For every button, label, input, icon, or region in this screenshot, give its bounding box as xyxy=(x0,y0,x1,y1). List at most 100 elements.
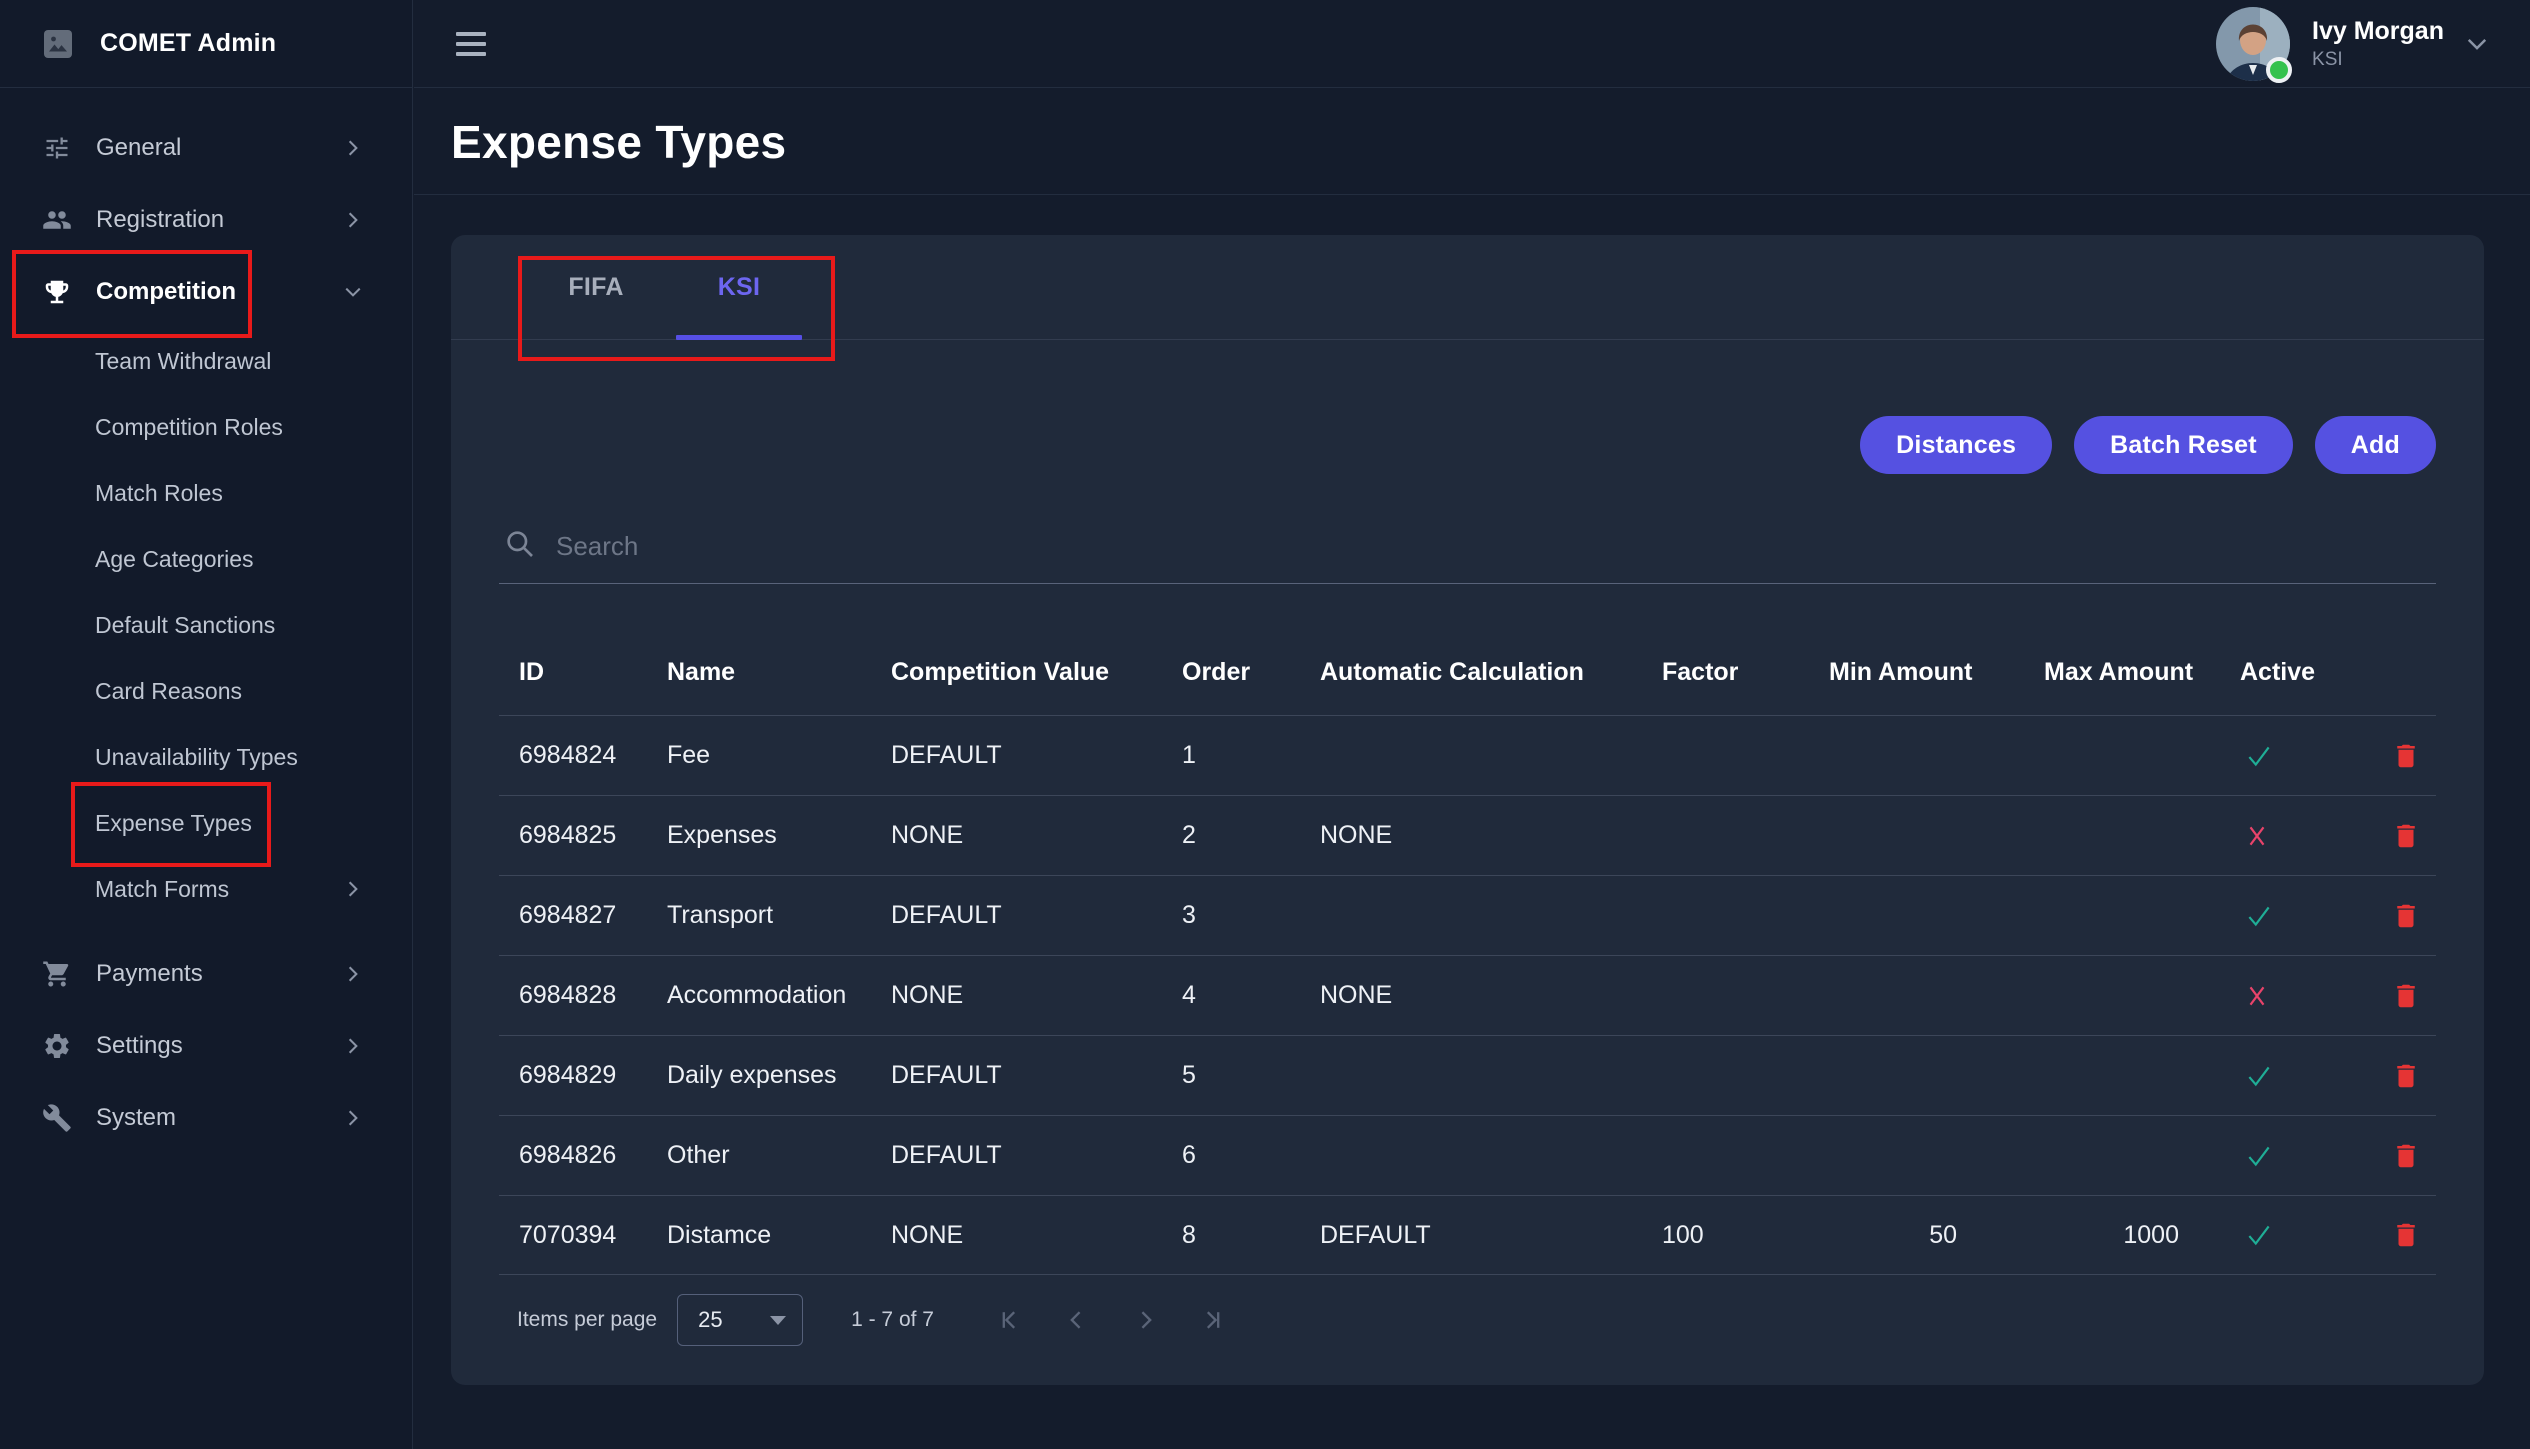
sidebar-item-registration[interactable]: Registration xyxy=(0,184,412,256)
wrench-icon xyxy=(42,1103,72,1133)
column-header-factor: Factor xyxy=(1642,630,1809,715)
first-page-button[interactable] xyxy=(990,1301,1028,1339)
cross-icon xyxy=(2244,983,2270,1009)
sidebar-header: COMET Admin xyxy=(0,0,412,88)
chevron-right-icon xyxy=(344,211,362,229)
paginator-nav xyxy=(990,1301,1232,1339)
table-row[interactable]: 6984828 Accommodation NONE 4 NONE xyxy=(499,955,2436,1035)
trash-icon xyxy=(2391,981,2421,1011)
delete-button[interactable] xyxy=(2391,821,2421,851)
chevron-down-icon xyxy=(344,283,362,301)
active-status xyxy=(2220,876,2312,955)
delete-button[interactable] xyxy=(2391,901,2421,931)
active-status xyxy=(2220,796,2312,875)
next-page-button[interactable] xyxy=(1126,1301,1164,1339)
previous-page-button[interactable] xyxy=(1058,1301,1096,1339)
add-button[interactable]: Add xyxy=(2315,416,2436,474)
chevron-right-icon xyxy=(344,1109,362,1127)
user-name: Ivy Morgan xyxy=(2312,16,2444,46)
tab-fifa[interactable]: FIFA xyxy=(516,235,676,339)
sidebar-item-age-categories[interactable]: Age Categories xyxy=(0,526,412,592)
batch-reset-button[interactable]: Batch Reset xyxy=(2074,416,2293,474)
sidebar-item-settings[interactable]: Settings xyxy=(0,1010,412,1082)
trash-icon xyxy=(2391,1061,2421,1091)
sidebar-item-match-forms[interactable]: Match Forms xyxy=(0,856,412,922)
column-header-id: ID xyxy=(499,630,647,715)
delete-button[interactable] xyxy=(2391,741,2421,771)
sidebar-item-default-sanctions[interactable]: Default Sanctions xyxy=(0,592,412,658)
chevron-right-icon xyxy=(344,880,362,898)
delete-button[interactable] xyxy=(2391,981,2421,1011)
table-row[interactable]: 6984829 Daily expenses DEFAULT 5 xyxy=(499,1035,2436,1115)
trash-icon xyxy=(2391,821,2421,851)
caret-down-icon xyxy=(770,1316,786,1325)
trash-icon xyxy=(2391,1220,2421,1250)
active-status xyxy=(2220,716,2312,795)
table-header-row: ID Name Competition Value Order Automati… xyxy=(499,630,2436,715)
check-icon xyxy=(2244,1141,2274,1171)
table-row[interactable]: 7070394 Distamce NONE 8 DEFAULT 100 50 1… xyxy=(499,1195,2436,1275)
page-size-value: 25 xyxy=(698,1307,770,1333)
sidebar-item-unavailability-types[interactable]: Unavailability Types xyxy=(0,724,412,790)
search-icon xyxy=(504,528,536,565)
trophy-icon xyxy=(42,277,72,307)
column-header-actions xyxy=(2312,630,2436,715)
delete-button[interactable] xyxy=(2391,1220,2421,1250)
group-icon xyxy=(42,205,72,235)
chevron-down-icon xyxy=(2466,33,2488,55)
user-meta: Ivy Morgan KSI xyxy=(2312,16,2444,71)
table-row[interactable]: 6984825 Expenses NONE 2 NONE xyxy=(499,795,2436,875)
app-window: COMET Admin General Registration xyxy=(0,0,2530,1449)
page-range-label: 1 - 7 of 7 xyxy=(851,1308,934,1332)
sidebar-item-competition-roles[interactable]: Competition Roles xyxy=(0,394,412,460)
delete-button[interactable] xyxy=(2391,1141,2421,1171)
topbar: Ivy Morgan KSI xyxy=(414,0,2530,88)
sidebar-item-card-reasons[interactable]: Card Reasons xyxy=(0,658,412,724)
table-row[interactable]: 6984826 Other DEFAULT 6 xyxy=(499,1115,2436,1195)
chevron-right-icon xyxy=(344,139,362,157)
sidebar-item-system[interactable]: System xyxy=(0,1082,412,1154)
app-title: COMET Admin xyxy=(100,29,276,58)
chevron-right-icon xyxy=(344,965,362,983)
sidebar-item-match-roles[interactable]: Match Roles xyxy=(0,460,412,526)
active-status xyxy=(2220,1196,2312,1274)
main-area: Expense Types FIFA KSI Distances Batch R… xyxy=(414,89,2530,1449)
active-status xyxy=(2220,1116,2312,1195)
check-icon xyxy=(2244,741,2274,771)
tab-bar: FIFA KSI xyxy=(451,235,2484,340)
check-icon xyxy=(2244,1061,2274,1091)
page-title: Expense Types xyxy=(414,115,786,169)
column-header-competition-value: Competition Value xyxy=(871,630,1162,715)
user-organization: KSI xyxy=(2312,49,2444,71)
table-row[interactable]: 6984824 Fee DEFAULT 1 xyxy=(499,715,2436,795)
delete-button[interactable] xyxy=(2391,1061,2421,1091)
paginator: Items per page 25 1 - 7 of 7 xyxy=(499,1289,2436,1351)
online-status-dot xyxy=(2266,57,2292,83)
table-row[interactable]: 6984827 Transport DEFAULT 3 xyxy=(499,875,2436,955)
sidebar-item-general[interactable]: General xyxy=(0,112,412,184)
distances-button[interactable]: Distances xyxy=(1860,416,2052,474)
column-header-active: Active xyxy=(2220,630,2312,715)
column-header-max-amount: Max Amount xyxy=(2024,630,2220,715)
tab-ksi[interactable]: KSI xyxy=(676,235,802,339)
sidebar-item-expense-types[interactable]: Expense Types xyxy=(0,790,412,856)
search-input[interactable] xyxy=(556,531,2434,562)
avatar xyxy=(2216,7,2290,81)
title-band: Expense Types xyxy=(414,89,2530,195)
items-per-page-label: Items per page xyxy=(517,1308,657,1332)
menu-toggle-button[interactable] xyxy=(456,32,486,56)
sidebar-nav: General Registration Competition Team Wi… xyxy=(0,88,412,1154)
app-logo-image-placeholder-icon xyxy=(42,28,74,60)
search-bar xyxy=(499,520,2436,584)
sidebar-item-competition[interactable]: Competition xyxy=(0,256,412,328)
column-header-min-amount: Min Amount xyxy=(1809,630,2024,715)
last-page-button[interactable] xyxy=(1194,1301,1232,1339)
sidebar-item-team-withdrawal[interactable]: Team Withdrawal xyxy=(0,328,412,394)
column-header-automatic-calculation: Automatic Calculation xyxy=(1300,630,1642,715)
items-per-page-select[interactable]: 25 xyxy=(677,1294,803,1346)
cross-icon xyxy=(2244,823,2270,849)
actions-toolbar: Distances Batch Reset Add xyxy=(499,414,2436,476)
nav-spacer xyxy=(0,922,412,938)
user-menu[interactable]: Ivy Morgan KSI xyxy=(2216,7,2488,81)
sidebar-item-payments[interactable]: Payments xyxy=(0,938,412,1010)
